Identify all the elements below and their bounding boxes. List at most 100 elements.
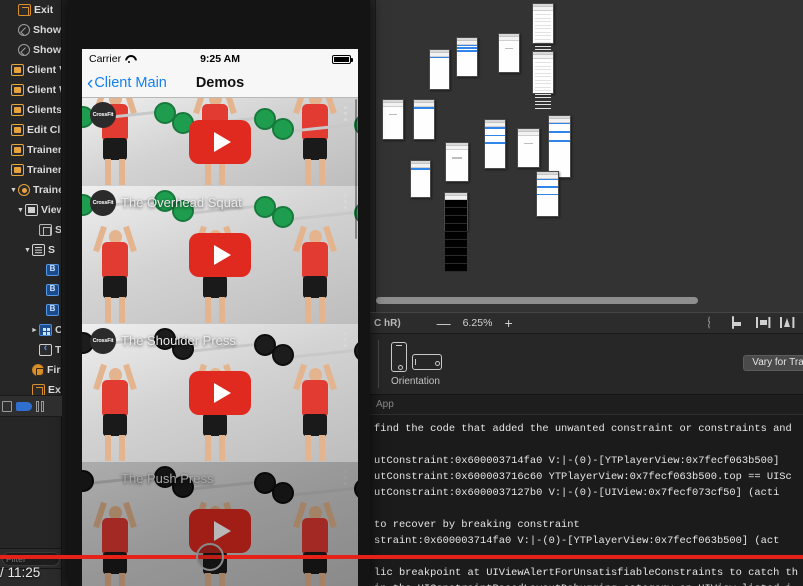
- video-cell[interactable]: CrossFit The Shoulder Press: [82, 324, 358, 462]
- debug-bar[interactable]: [0, 395, 62, 417]
- storyboard-scene[interactable]: [535, 170, 559, 218]
- disclosure-triangle-icon[interactable]: ▼: [23, 247, 32, 254]
- video-progress-bar[interactable]: [0, 543, 803, 571]
- video-list[interactable]: CrossFit CrossFit The Overhead Squat CrossF…: [82, 98, 358, 586]
- navigator-row[interactable]: ▼Exit: [0, 0, 61, 20]
- breadcrumb[interactable]: C hR): [374, 318, 401, 329]
- youtube-play-icon[interactable]: [189, 233, 251, 277]
- zoom-in-button[interactable]: +: [504, 316, 512, 330]
- device-landscape-icon[interactable]: [412, 354, 442, 370]
- kebab-menu-icon[interactable]: [344, 106, 347, 121]
- weight-plate: [272, 482, 294, 504]
- navigator-row[interactable]: ▼Client Wor: [0, 80, 61, 100]
- pause-icon[interactable]: [36, 400, 46, 412]
- storyboard-scene[interactable]: [547, 114, 572, 178]
- navigator-row[interactable]: ▼Client Vie: [0, 60, 61, 80]
- navigator-row[interactable]: ▼ Trainer: [0, 180, 61, 200]
- navigator-row[interactable]: ▼Show se: [0, 20, 61, 40]
- kebab-menu-icon[interactable]: [344, 332, 347, 347]
- storyboard-scene-icon: [11, 144, 24, 156]
- video-cell[interactable]: CrossFit: [82, 98, 358, 186]
- video-cell[interactable]: CrossFit The Overhead Squat: [82, 186, 358, 324]
- navigator-row[interactable]: ▼Edit Clien: [0, 120, 61, 140]
- storyboard-canvas[interactable]: [370, 0, 803, 312]
- device-portrait-icon[interactable]: [391, 342, 407, 372]
- storyboard-scene[interactable]: [497, 32, 521, 73]
- storyboard-scene[interactable]: [382, 98, 404, 141]
- back-button-label: Client Main: [94, 75, 167, 91]
- storyboard-scene[interactable]: [483, 119, 506, 169]
- storyboard-scene[interactable]: [455, 36, 478, 77]
- zoom-out-button[interactable]: —: [437, 316, 451, 330]
- add-constraints-icon[interactable]: [780, 317, 795, 330]
- update-frames-icon[interactable]: [708, 315, 723, 330]
- navigator-row[interactable]: ▼First Re: [0, 360, 61, 380]
- kebab-menu-icon[interactable]: [344, 470, 347, 485]
- navigator-row[interactable]: ▼: [0, 260, 61, 280]
- console-line: utConstraint:0x600003714fa0 V:|-(0)-[YTP…: [374, 455, 780, 467]
- breakpoint-flag-icon[interactable]: [16, 401, 32, 411]
- weight-plate: [354, 340, 358, 362]
- navigator-row-label: S: [48, 244, 56, 256]
- youtube-play-icon[interactable]: [189, 371, 251, 415]
- disclosure-triangle-icon[interactable]: ▼: [9, 187, 18, 194]
- navigator-row[interactable]: ►C: [0, 320, 61, 340]
- navigator-row-label: Client Vie: [27, 64, 61, 76]
- align-icon[interactable]: [756, 317, 771, 330]
- navigator-row[interactable]: ▼S: [0, 240, 61, 260]
- navigator-row[interactable]: ▼Trai: [0, 340, 61, 360]
- screen-root: ▼Exit▼Show se▼Show se▼Client Vie▼Client …: [0, 0, 803, 586]
- simulator-screen[interactable]: Carrier 9:25 AM ‹ Client Main Demos Cros…: [82, 49, 358, 586]
- back-button[interactable]: ‹ Client Main: [82, 74, 167, 93]
- storyboard-scene[interactable]: [532, 3, 555, 61]
- video-cell[interactable]: The Push Press: [82, 462, 358, 586]
- collection-view-icon: [39, 324, 52, 336]
- navigator-row-label: Trainer: [33, 184, 61, 196]
- storyboard-scene[interactable]: [428, 48, 451, 91]
- zoom-controls[interactable]: — 6.25% +: [437, 316, 513, 330]
- canvas-horizontal-scrollbar[interactable]: [376, 297, 698, 304]
- embed-in-icon[interactable]: [732, 315, 747, 330]
- kebab-menu-icon[interactable]: [344, 194, 347, 209]
- traits-bar[interactable]: Orientation Vary for Trai: [370, 334, 803, 395]
- navigator-outline[interactable]: ▼Exit▼Show se▼Show se▼Client Vie▼Client …: [0, 0, 61, 548]
- navigator-row[interactable]: ▼Trainer Ho: [0, 160, 61, 180]
- navigator-row[interactable]: ▼Clients S: [0, 100, 61, 120]
- storyboard-scene[interactable]: [532, 51, 555, 109]
- canvas-toolbar[interactable]: C hR) — 6.25% +: [370, 312, 803, 334]
- console-output[interactable]: find the code that added the unwanted co…: [370, 415, 803, 586]
- navigator-row[interactable]: ▼: [0, 280, 61, 300]
- storyboard-scene[interactable]: [443, 191, 469, 272]
- navigator-row[interactable]: ▼: [0, 300, 61, 320]
- weight-plate: [272, 344, 294, 366]
- disclosure-triangle-icon[interactable]: ►: [30, 327, 39, 334]
- navigator-row-label: Show se: [33, 24, 61, 36]
- youtube-play-icon[interactable]: [189, 120, 251, 164]
- storyboard-scene[interactable]: [516, 127, 540, 168]
- storyboard-scene[interactable]: [413, 99, 436, 141]
- constraint-tools[interactable]: [708, 315, 803, 330]
- vary-for-traits-button[interactable]: Vary for Trai: [743, 355, 803, 371]
- console-line: lic breakpoint at UIViewAlertForUnsatisf…: [374, 567, 799, 579]
- navigation-bar: ‹ Client Main Demos: [82, 69, 358, 98]
- navigator-row[interactable]: ▼ View: [0, 200, 61, 220]
- video-scrubber-handle[interactable]: [196, 543, 224, 571]
- navigator-row-label: Show se: [33, 44, 61, 56]
- navigator-row[interactable]: ▼Trainer L: [0, 140, 61, 160]
- ios-simulator-window[interactable]: Carrier 9:25 AM ‹ Client Main Demos Cros…: [68, 0, 370, 586]
- storyboard-scene[interactable]: [409, 160, 432, 199]
- navigator-row[interactable]: ▼S: [0, 220, 61, 240]
- project-navigator[interactable]: ▼Exit▼Show se▼Show se▼Client Vie▼Client …: [0, 0, 62, 586]
- storyboard-scene-icon: [11, 124, 24, 136]
- console-line: find the code that added the unwanted co…: [374, 423, 792, 435]
- video-time-label: / 11:25: [0, 565, 41, 580]
- chevron-left-icon: ‹: [87, 72, 94, 94]
- console-app-label: App: [376, 399, 394, 410]
- list-scrollbar[interactable]: [354, 99, 357, 239]
- navigator-row[interactable]: ▼Show se: [0, 40, 61, 60]
- storyboard-scene[interactable]: [445, 142, 469, 183]
- step-over-icon[interactable]: [2, 400, 12, 412]
- video-title: The Shoulder Press: [121, 333, 236, 348]
- disclosure-triangle-icon[interactable]: ▼: [16, 207, 25, 214]
